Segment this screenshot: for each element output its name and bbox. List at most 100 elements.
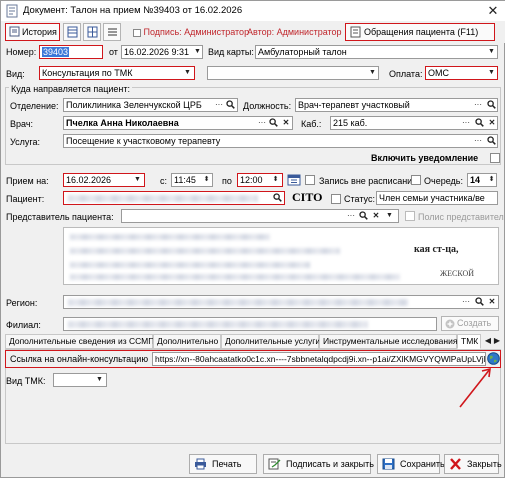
print-button[interactable]: Печать	[189, 454, 257, 474]
clear-icon[interactable]: ✕	[371, 210, 381, 222]
document-window: Документ: Талон на прием №39403 от 16.02…	[0, 0, 505, 478]
patient-appeals-button[interactable]: Обращения пациента (F11)	[345, 23, 495, 41]
grid-button[interactable]	[83, 23, 101, 41]
ellipsis-icon[interactable]: ···	[473, 99, 483, 111]
chevron-down-icon[interactable]: ▼	[94, 374, 105, 386]
chevron-down-icon[interactable]: ▼	[384, 210, 395, 222]
queue-checkbox[interactable]	[411, 175, 421, 185]
doctor-value: Пчелка Анна Николаевна	[66, 118, 179, 128]
online-link-field[interactable]: https://xn--80ahcaatatko0c1c.xn----7sbbn…	[152, 352, 486, 366]
card-type-select[interactable]: Амбулаторный талон	[255, 45, 498, 59]
representative-field[interactable]	[121, 209, 399, 223]
chevron-down-icon[interactable]: ▼	[486, 67, 497, 79]
signature-status: Подпись: Администратор	[133, 26, 249, 38]
status-value: Член семьи участника/ве	[379, 193, 485, 203]
status-checkbox[interactable]	[331, 194, 341, 204]
chevron-down-icon[interactable]: ▼	[182, 67, 193, 79]
tab-bar: Дополнительные сведения из ССМП Дополнит…	[5, 334, 501, 349]
printer-icon	[195, 458, 206, 470]
save-button[interactable]: Сохранить	[377, 454, 445, 474]
annotation-arrow-icon	[459, 367, 491, 408]
close-button[interactable]: Закрыть	[444, 454, 502, 474]
ellipsis-icon[interactable]: ···	[214, 99, 224, 111]
patient-info-panel: кая ст-ца, ЖЕСКОЙ	[63, 227, 499, 285]
search-icon[interactable]	[359, 211, 368, 220]
search-icon[interactable]	[487, 100, 496, 109]
toolbar: История Подпись: Администратор Автор: Ад…	[1, 21, 505, 43]
ellipsis-icon[interactable]: ···	[346, 210, 356, 222]
save-label: Сохранить	[400, 459, 445, 469]
tab-scroll-right-icon[interactable]: ▶	[492, 335, 502, 347]
clear-icon[interactable]: ✕	[487, 296, 497, 308]
clear-icon[interactable]: ✕	[487, 117, 497, 129]
grid-icon	[87, 26, 98, 38]
chevron-down-icon[interactable]: ▼	[486, 46, 497, 58]
department-value: Поликлиника Зеленчукской ЦРБ	[66, 100, 202, 110]
out-of-schedule-label: Запись вне расписания	[319, 176, 418, 186]
tab-additional-services[interactable]: Дополнительные услуги	[221, 334, 320, 349]
online-link-value: https://xn--80ahcaatatko0c1c.xn----7sbbn…	[155, 354, 486, 364]
tab-instrumental-studies[interactable]: Инструментальные исследования	[319, 334, 457, 349]
position-field[interactable]: Врач-терапевт участковый	[295, 98, 498, 112]
notify-checkbox[interactable]	[490, 153, 500, 163]
kind-detail-select[interactable]	[207, 66, 379, 80]
spin-icon[interactable]: ⬍	[270, 174, 281, 186]
appointment-label: Прием на:	[6, 176, 49, 186]
print-label: Печать	[212, 459, 242, 469]
number-label: Номер:	[6, 47, 37, 57]
search-icon[interactable]	[226, 100, 235, 109]
position-value: Врач-терапевт участковый	[298, 100, 410, 110]
document-date-field[interactable]: 16.02.2026 9:31	[121, 45, 203, 59]
cabinet-value: 215 каб.	[333, 118, 368, 128]
window-title: Документ: Талон на прием №39403 от 16.02…	[23, 5, 243, 16]
number-field[interactable]: 39403	[39, 45, 103, 59]
tab-label: Инструментальные исследования	[323, 336, 458, 346]
redacted-line	[70, 234, 270, 240]
ellipsis-icon[interactable]: ···	[257, 117, 267, 129]
chevron-down-icon[interactable]: ▼	[132, 174, 143, 186]
payment-label: Оплата:	[389, 69, 423, 79]
region-field[interactable]	[63, 295, 499, 309]
ellipsis-icon[interactable]: ···	[461, 296, 471, 308]
signature-label: Подпись: Администратор	[143, 27, 250, 37]
clear-icon[interactable]: ✕	[281, 117, 291, 129]
search-icon[interactable]	[269, 118, 278, 127]
spin-icon[interactable]: ⬍	[201, 174, 212, 186]
department-field[interactable]: Поликлиника Зеленчукской ЦРБ	[63, 98, 238, 112]
history-button[interactable]: История	[5, 23, 60, 41]
chevron-down-icon[interactable]: ▼	[192, 46, 203, 58]
tab-additional[interactable]: Дополнительно	[153, 334, 221, 349]
list-button[interactable]	[103, 23, 121, 41]
chevron-down-icon[interactable]: ▼	[367, 67, 378, 79]
time-to-label: по	[222, 176, 232, 186]
list-icon	[108, 28, 117, 36]
tab-ssmp-info[interactable]: Дополнительные сведения из ССМП	[5, 334, 154, 349]
spin-icon[interactable]: ⬍	[486, 174, 497, 186]
search-icon[interactable]	[475, 297, 484, 306]
search-icon[interactable]	[273, 193, 282, 202]
window-close-button[interactable]: ✕	[484, 2, 502, 20]
status-select[interactable]: Член семьи участника/ве	[376, 191, 498, 205]
table-button[interactable]	[63, 23, 81, 41]
ellipsis-icon[interactable]: ···	[461, 117, 471, 129]
patient-field[interactable]	[63, 191, 285, 205]
service-field[interactable]: Посещение к участковому терапевту	[63, 134, 498, 148]
kind-select[interactable]: Консультация по ТМК	[39, 66, 195, 80]
tab-label: ТМК	[461, 336, 479, 346]
search-icon[interactable]	[475, 118, 484, 127]
appointment-date-value: 16.02.2026	[66, 175, 112, 185]
search-icon[interactable]	[487, 136, 496, 145]
representative-policy-label: Полис представителя	[418, 212, 505, 222]
time-to-value: 12:00	[240, 175, 263, 185]
branch-field[interactable]	[63, 317, 437, 331]
ellipsis-icon[interactable]: ···	[473, 135, 483, 147]
tab-tmk[interactable]: ТМК	[457, 334, 481, 349]
representative-policy-checkbox[interactable]	[405, 211, 415, 221]
cabinet-field[interactable]: 215 каб.	[330, 116, 498, 130]
sign-and-close-button[interactable]: Подписать и закрыть	[263, 454, 374, 474]
tmk-kind-label: Вид ТМК:	[6, 376, 46, 386]
sign-icon	[268, 458, 281, 470]
calendar-icon[interactable]	[287, 173, 301, 186]
create-button[interactable]: Создать	[441, 316, 499, 331]
out-of-schedule-checkbox[interactable]	[305, 175, 315, 185]
